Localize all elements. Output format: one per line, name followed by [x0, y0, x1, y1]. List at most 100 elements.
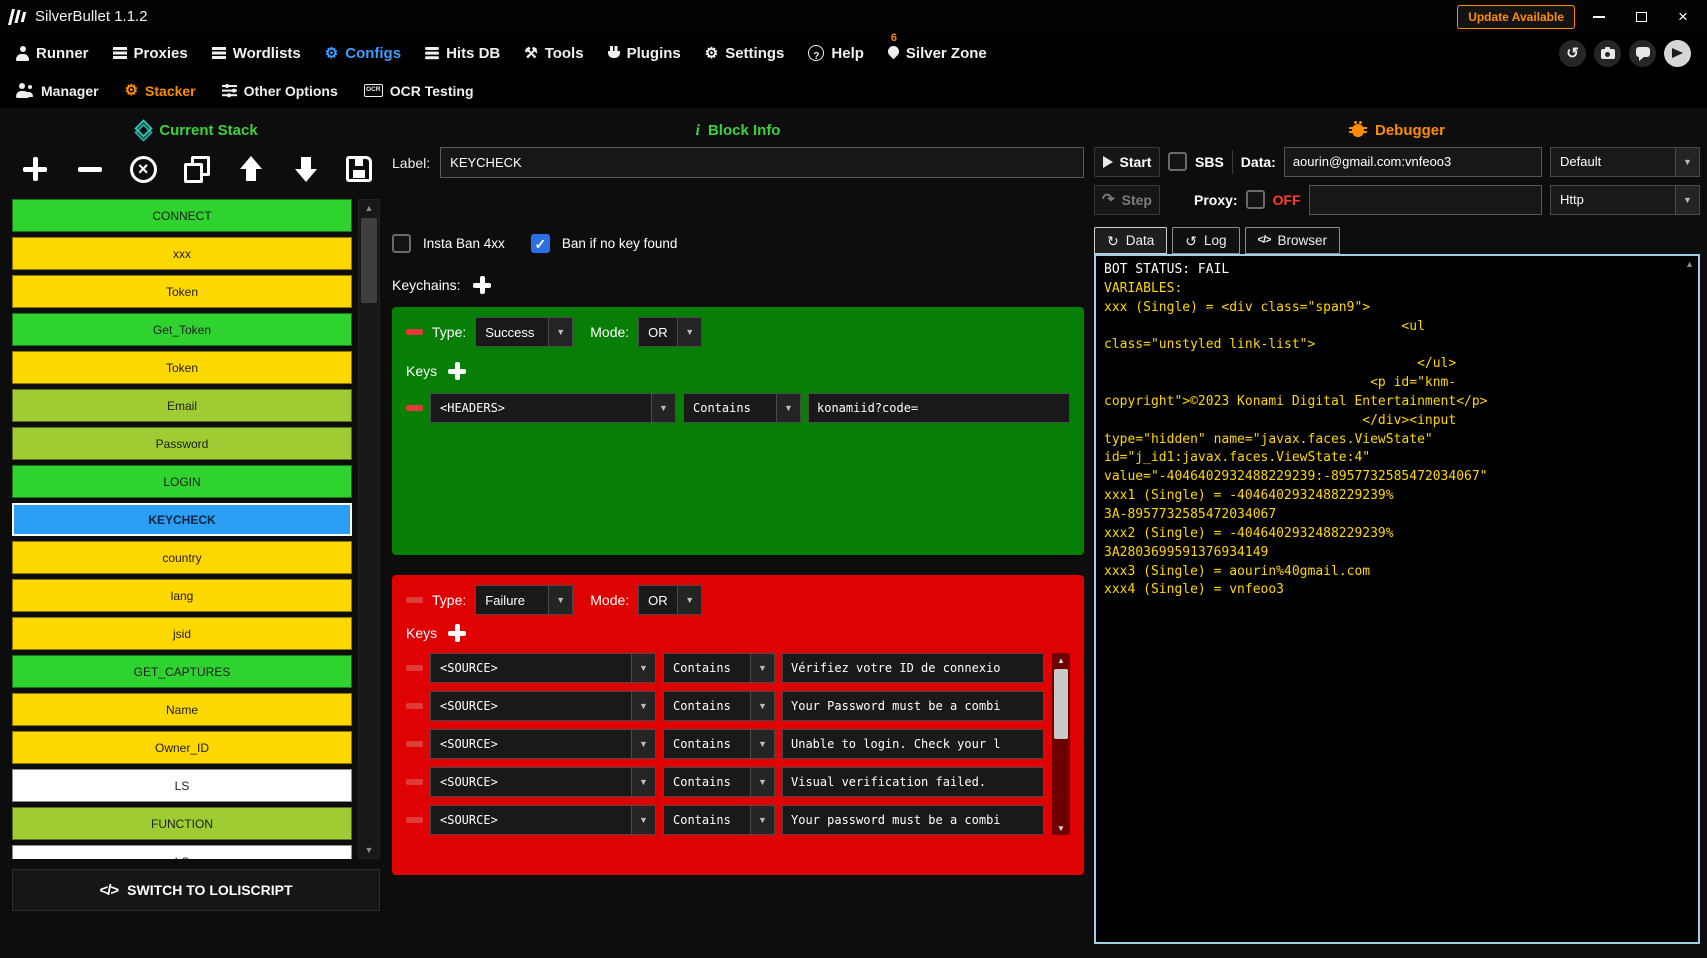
update-available-button[interactable]: Update Available	[1457, 5, 1575, 29]
key-comparer-select[interactable]: Contains ▼	[663, 805, 775, 835]
keys-scrollbar[interactable]: ▲ ▼	[1052, 653, 1070, 835]
add-key-icon[interactable]	[447, 361, 467, 381]
stack-block[interactable]: xxx	[12, 237, 352, 270]
menu-item-silver-zone[interactable]: 6 Silver Zone	[888, 45, 987, 62]
stack-block[interactable]: Get_Token	[12, 313, 352, 346]
debugger-console[interactable]: BOT STATUS: FAIL VARIABLES: xxx (Single)…	[1094, 254, 1700, 944]
key-comparer-select[interactable]: Contains ▼	[663, 653, 775, 683]
remove-keychain-icon[interactable]	[406, 597, 423, 603]
key-source-select[interactable]: <SOURCE> ▼	[430, 767, 656, 797]
keychain-mode-select[interactable]: OR ▼	[638, 585, 702, 615]
key-source-select[interactable]: <SOURCE> ▼	[430, 653, 656, 683]
remove-keychain-icon[interactable]	[406, 329, 423, 335]
key-value-input[interactable]: konamiid?code=	[808, 393, 1070, 423]
save-config-icon[interactable]	[346, 156, 372, 182]
send-icon[interactable]	[1664, 40, 1691, 67]
tab-data[interactable]: Data	[1094, 227, 1167, 254]
close-button[interactable]: ×	[1665, 4, 1701, 30]
key-value-input[interactable]: Your password must be a combi	[782, 805, 1044, 835]
stack-block[interactable]: CONNECT	[12, 199, 352, 232]
start-button[interactable]: Start	[1094, 147, 1160, 177]
tab-log[interactable]: Log	[1172, 227, 1239, 254]
remove-key-icon[interactable]	[406, 405, 423, 411]
submenu-item-ocr-testing[interactable]: OCR Testing	[364, 83, 474, 99]
key-value-input[interactable]: Unable to login. Check your l	[782, 729, 1044, 759]
scroll-thumb[interactable]	[361, 218, 377, 303]
stack-block[interactable]: Name	[12, 693, 352, 726]
menu-item-help[interactable]: Help	[808, 45, 864, 62]
submenu-item-stacker[interactable]: Stacker	[125, 83, 196, 99]
key-comparer-select[interactable]: Contains ▼	[683, 393, 801, 423]
tab-browser[interactable]: Browser	[1245, 227, 1340, 254]
submenu-item-other-options[interactable]: Other Options	[222, 83, 338, 99]
ban-no-key-checkbox[interactable]	[531, 234, 550, 253]
key-source-select[interactable]: <SOURCE> ▼	[430, 729, 656, 759]
keychain-type-select[interactable]: Failure ▼	[475, 585, 573, 615]
remove-key-icon[interactable]	[406, 665, 423, 671]
stack-block[interactable]: Owner_ID	[12, 731, 352, 764]
move-down-icon[interactable]	[291, 154, 321, 184]
remove-key-icon[interactable]	[406, 817, 423, 823]
wordlist-type-select[interactable]: Default ▼	[1550, 147, 1700, 177]
stack-block[interactable]: LOGIN	[12, 465, 352, 498]
proxy-checkbox[interactable]	[1246, 190, 1265, 209]
key-comparer-select[interactable]: Contains ▼	[663, 767, 775, 797]
remove-key-icon[interactable]	[406, 703, 423, 709]
insta-ban-checkbox[interactable]	[392, 234, 411, 253]
switch-to-loliscript-button[interactable]: SWITCH TO LOLISCRIPT	[12, 869, 380, 911]
key-source-select[interactable]: <SOURCE> ▼	[430, 805, 656, 835]
stack-block[interactable]: LS	[12, 845, 352, 859]
menu-item-runner[interactable]: Runner	[16, 45, 89, 62]
stack-block[interactable]: country	[12, 541, 352, 574]
scroll-down-icon[interactable]: ▼	[359, 842, 379, 858]
key-value-input[interactable]: Your Password must be a combi	[782, 691, 1044, 721]
submenu-item-manager[interactable]: Manager	[16, 83, 99, 99]
camera-icon[interactable]	[1594, 40, 1621, 67]
remove-block-icon[interactable]	[75, 154, 105, 184]
scroll-up-icon[interactable]: ▲	[1685, 259, 1694, 269]
keychain-type-select[interactable]: Success ▼	[475, 317, 573, 347]
key-source-select[interactable]: <SOURCE> ▼	[430, 691, 656, 721]
key-comparer-select[interactable]: Contains ▼	[663, 691, 775, 721]
stack-block[interactable]: LS	[12, 769, 352, 802]
duplicate-block-icon[interactable]	[181, 154, 211, 184]
clear-stack-icon[interactable]	[130, 156, 157, 183]
step-button[interactable]: Step	[1094, 185, 1160, 215]
chat-icon[interactable]	[1629, 40, 1656, 67]
move-up-icon[interactable]	[236, 154, 266, 184]
stack-block[interactable]: Token	[12, 351, 352, 384]
scroll-up-icon[interactable]: ▲	[1052, 653, 1070, 667]
stack-block[interactable]: GET_CAPTURES	[12, 655, 352, 688]
data-input[interactable]	[1284, 147, 1542, 177]
sbs-checkbox[interactable]	[1168, 152, 1187, 171]
menu-item-wordlists[interactable]: Wordlists	[212, 45, 301, 62]
stack-block[interactable]: jsid	[12, 617, 352, 650]
keychain-mode-select[interactable]: OR ▼	[638, 317, 702, 347]
key-comparer-select[interactable]: Contains ▼	[663, 729, 775, 759]
stack-block[interactable]: FUNCTION	[12, 807, 352, 840]
maximize-button[interactable]	[1623, 4, 1659, 30]
stack-block[interactable]: Token	[12, 275, 352, 308]
block-label-input[interactable]	[440, 147, 1084, 178]
menu-item-configs[interactable]: Configs	[325, 45, 401, 62]
menu-item-settings[interactable]: Settings	[705, 45, 785, 62]
add-block-icon[interactable]	[20, 154, 50, 184]
proxy-input[interactable]	[1309, 185, 1542, 215]
menu-item-hits-db[interactable]: Hits DB	[425, 45, 500, 62]
stack-scrollbar[interactable]: ▲ ▼	[358, 199, 380, 859]
scroll-down-icon[interactable]: ▼	[1052, 821, 1070, 835]
menu-item-proxies[interactable]: Proxies	[113, 45, 188, 62]
menu-item-tools[interactable]: Tools	[524, 45, 583, 62]
add-keychain-icon[interactable]	[472, 275, 492, 295]
proxy-type-select[interactable]: Http ▼	[1550, 185, 1700, 215]
stack-block-selected[interactable]: KEYCHECK	[12, 503, 352, 536]
key-source-select[interactable]: <HEADERS> ▼	[430, 393, 676, 423]
menu-item-plugins[interactable]: Plugins	[608, 45, 681, 62]
key-value-input[interactable]: Visual verification failed.	[782, 767, 1044, 797]
scroll-up-icon[interactable]: ▲	[359, 200, 379, 216]
history-icon[interactable]	[1559, 40, 1586, 67]
remove-key-icon[interactable]	[406, 779, 423, 785]
scroll-thumb[interactable]	[1054, 669, 1068, 739]
stack-block[interactable]: lang	[12, 579, 352, 612]
add-key-icon[interactable]	[447, 623, 467, 643]
